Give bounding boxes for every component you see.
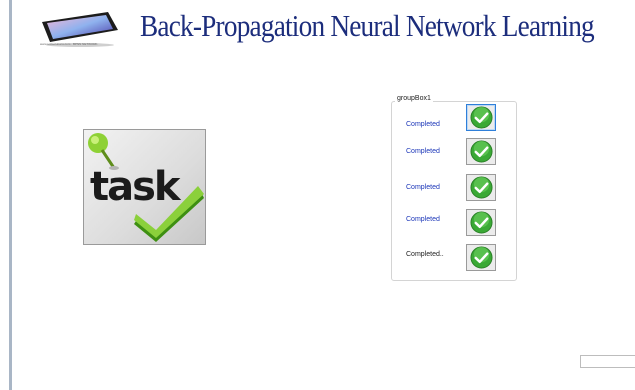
green-check-icon: [469, 211, 493, 234]
logo-caption: www.softsolutions.com · BPNN NETWORK: [40, 42, 98, 46]
check-button-5[interactable]: [466, 244, 496, 271]
text-input[interactable]: [580, 355, 635, 368]
groupbox-title: groupBox1: [395, 95, 433, 102]
check-button-4[interactable]: [466, 209, 496, 236]
window-left-border: [0, 0, 12, 390]
green-check-icon: [469, 176, 493, 199]
green-check-icon: [469, 106, 493, 129]
status-label-3: Completed: [406, 184, 440, 191]
status-label-2: Completed: [406, 148, 440, 155]
task-image: task: [83, 129, 206, 245]
status-label-5: Completed..: [406, 251, 444, 258]
green-check-icon: [469, 140, 493, 163]
large-checkmark-icon: [134, 186, 204, 242]
check-button-2[interactable]: [466, 138, 496, 165]
check-button-3[interactable]: [466, 174, 496, 201]
status-label-1: Completed: [406, 121, 440, 128]
check-button-1[interactable]: [466, 104, 496, 131]
status-label-4: Completed: [406, 216, 440, 223]
green-check-icon: [469, 246, 493, 269]
page-title: Back-Propagation Neural Network Learning: [140, 8, 595, 43]
